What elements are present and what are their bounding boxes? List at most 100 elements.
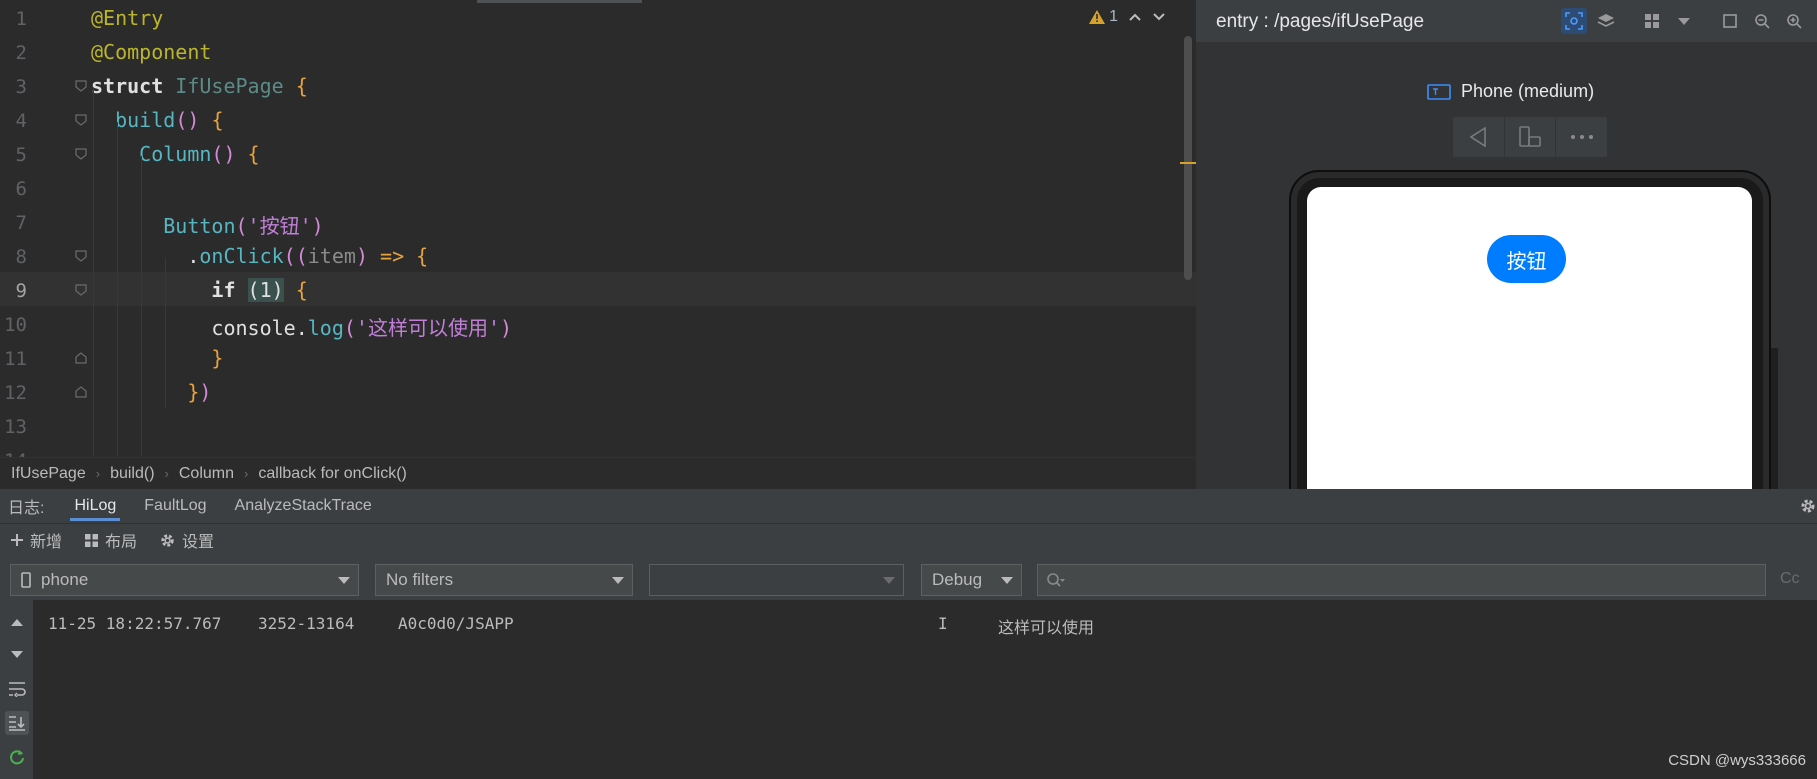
- line-number: 3: [15, 76, 27, 98]
- tab-faultlog[interactable]: FaultLog: [130, 489, 220, 523]
- fold-marker-icon[interactable]: [75, 386, 87, 398]
- previewer-title: entry : /pages/ifUsePage: [1216, 11, 1425, 32]
- preview-button[interactable]: 按钮: [1487, 235, 1566, 283]
- arrow-up-icon: [11, 619, 23, 626]
- restart-button[interactable]: [5, 745, 29, 769]
- process-select[interactable]: [649, 564, 904, 596]
- rotate-button[interactable]: [1505, 117, 1557, 157]
- code-token: {: [247, 142, 260, 166]
- editor-scrollbar[interactable]: [1184, 36, 1192, 280]
- chevron-right-icon: ›: [244, 466, 249, 481]
- multi-device-button[interactable]: [1639, 8, 1665, 34]
- code-editor[interactable]: 1 @Entry 2 @Component 3 struct IfUsePage {4 b…: [0, 0, 1196, 457]
- code-line[interactable]: 1 @Entry: [0, 0, 1196, 34]
- fold-marker-icon[interactable]: [75, 148, 87, 160]
- code-line[interactable]: 3 struct IfUsePage {: [0, 68, 1196, 102]
- code-line[interactable]: 2 @Component: [0, 34, 1196, 68]
- zoom-in-button[interactable]: [1781, 8, 1807, 34]
- code-line[interactable]: 13: [0, 408, 1196, 442]
- settings-label: 设置: [182, 534, 215, 551]
- line-number: 12: [4, 382, 27, 404]
- warning-icon: [1089, 10, 1106, 24]
- more-button[interactable]: [1556, 117, 1607, 157]
- code-line[interactable]: 5 Column() {: [0, 136, 1196, 170]
- log-search-input[interactable]: [1037, 564, 1766, 596]
- log-pid: 3252-13164: [258, 614, 355, 633]
- code-token: onClick: [199, 244, 284, 268]
- zoom-out-button[interactable]: [1749, 8, 1775, 34]
- code-line[interactable]: 12 }): [0, 374, 1196, 408]
- breadcrumb-item[interactable]: callback for onClick(): [258, 465, 406, 483]
- match-case-toggle[interactable]: Cc: [1780, 570, 1800, 588]
- code-token: }: [211, 346, 224, 370]
- device-select[interactable]: phone: [10, 564, 359, 596]
- level-select[interactable]: Debug: [921, 564, 1022, 596]
- breadcrumb-item[interactable]: IfUsePage: [11, 465, 86, 483]
- add-button[interactable]: 新增: [10, 528, 62, 552]
- log-panel: 日志: HiLog FaultLog AnalyzeStackTrace 新增 …: [0, 489, 1817, 779]
- device-dropdown[interactable]: [1671, 8, 1697, 34]
- code-line[interactable]: 14: [0, 442, 1196, 457]
- caret-down-icon: [1678, 18, 1690, 25]
- filter-select[interactable]: No filters: [375, 564, 633, 596]
- tab-analyzestacktrace[interactable]: AnalyzeStackTrace: [221, 489, 386, 523]
- warning-indicator[interactable]: 1: [1089, 8, 1118, 26]
- gear-icon[interactable]: [1799, 497, 1817, 520]
- tab-hilog[interactable]: HiLog: [60, 489, 130, 523]
- code-token: ): [500, 316, 513, 340]
- fold-marker-icon[interactable]: [75, 284, 87, 296]
- code-token: if: [211, 278, 248, 302]
- breadcrumb-item[interactable]: build(): [110, 465, 154, 483]
- fold-marker-icon[interactable]: [75, 352, 87, 364]
- log-output[interactable]: 11-25 18:22:57.767 3252-13164 A0c0d0/JSA…: [33, 600, 1817, 779]
- layout-button[interactable]: 布局: [84, 528, 137, 552]
- log-time: 11-25 18:22:57.767: [48, 614, 222, 633]
- settings-button[interactable]: 设置: [159, 528, 214, 552]
- code-line[interactable]: 10 console.log('这样可以使用'): [0, 306, 1196, 340]
- indent-guide: [165, 258, 166, 408]
- code-token: console.: [91, 316, 308, 340]
- fold-marker-icon[interactable]: [75, 250, 87, 262]
- line-number: 14: [0, 450, 27, 457]
- log-entry: 11-25 18:22:57.767 3252-13164 A0c0d0/JSA…: [48, 614, 1094, 747]
- log-toolbar: 新增 布局 设置: [0, 523, 1817, 556]
- next-highlight-icon[interactable]: [1152, 12, 1166, 22]
- indent-guide: [117, 122, 118, 457]
- code-text: @Component: [91, 40, 211, 64]
- fold-marker-icon[interactable]: [75, 114, 87, 126]
- inspection-widget[interactable]: 1: [1089, 8, 1166, 26]
- phone-device-icon: [1427, 83, 1451, 100]
- code-token: {: [295, 74, 308, 98]
- code-token: ): [311, 214, 324, 238]
- code-line[interactable]: 6: [0, 170, 1196, 204]
- scroll-up-button[interactable]: [5, 610, 29, 634]
- previewer-header: entry : /pages/ifUsePage: [1196, 0, 1817, 42]
- code-token: ((: [283, 244, 308, 268]
- scroll-to-end-icon: [9, 716, 25, 731]
- scroll-to-end-button[interactable]: [5, 711, 29, 735]
- line-number: 6: [15, 178, 27, 200]
- code-line[interactable]: 9 if (1) {: [0, 272, 1196, 306]
- code-line[interactable]: 4 build() {: [0, 102, 1196, 136]
- previous-highlight-icon[interactable]: [1128, 12, 1142, 22]
- filter-select-value: No filters: [386, 570, 454, 589]
- code-line[interactable]: 7 Button('按钮'): [0, 204, 1196, 238]
- code-line[interactable]: 8 .onClick((item) => {: [0, 238, 1196, 272]
- fold-marker-icon[interactable]: [75, 80, 87, 92]
- fit-screen-button[interactable]: [1717, 8, 1743, 34]
- line-number: 7: [15, 212, 27, 234]
- scroll-down-button[interactable]: [5, 643, 29, 667]
- code-text: build() {: [91, 108, 223, 132]
- inspector-toggle[interactable]: [1561, 8, 1587, 34]
- code-line[interactable]: 11 }: [0, 340, 1196, 374]
- soft-wrap-button[interactable]: [5, 677, 29, 701]
- code-token: {: [211, 108, 224, 132]
- breadcrumb-item[interactable]: Column: [179, 465, 234, 483]
- back-button[interactable]: [1453, 117, 1505, 157]
- layers-button[interactable]: [1593, 8, 1619, 34]
- line-number: 1: [15, 8, 27, 30]
- log-filter-bar: phone No filters Debug Cc: [0, 555, 1817, 600]
- warning-stripe-marker[interactable]: [1180, 162, 1196, 164]
- code-token: Column: [139, 142, 212, 166]
- add-label: 新增: [30, 534, 63, 551]
